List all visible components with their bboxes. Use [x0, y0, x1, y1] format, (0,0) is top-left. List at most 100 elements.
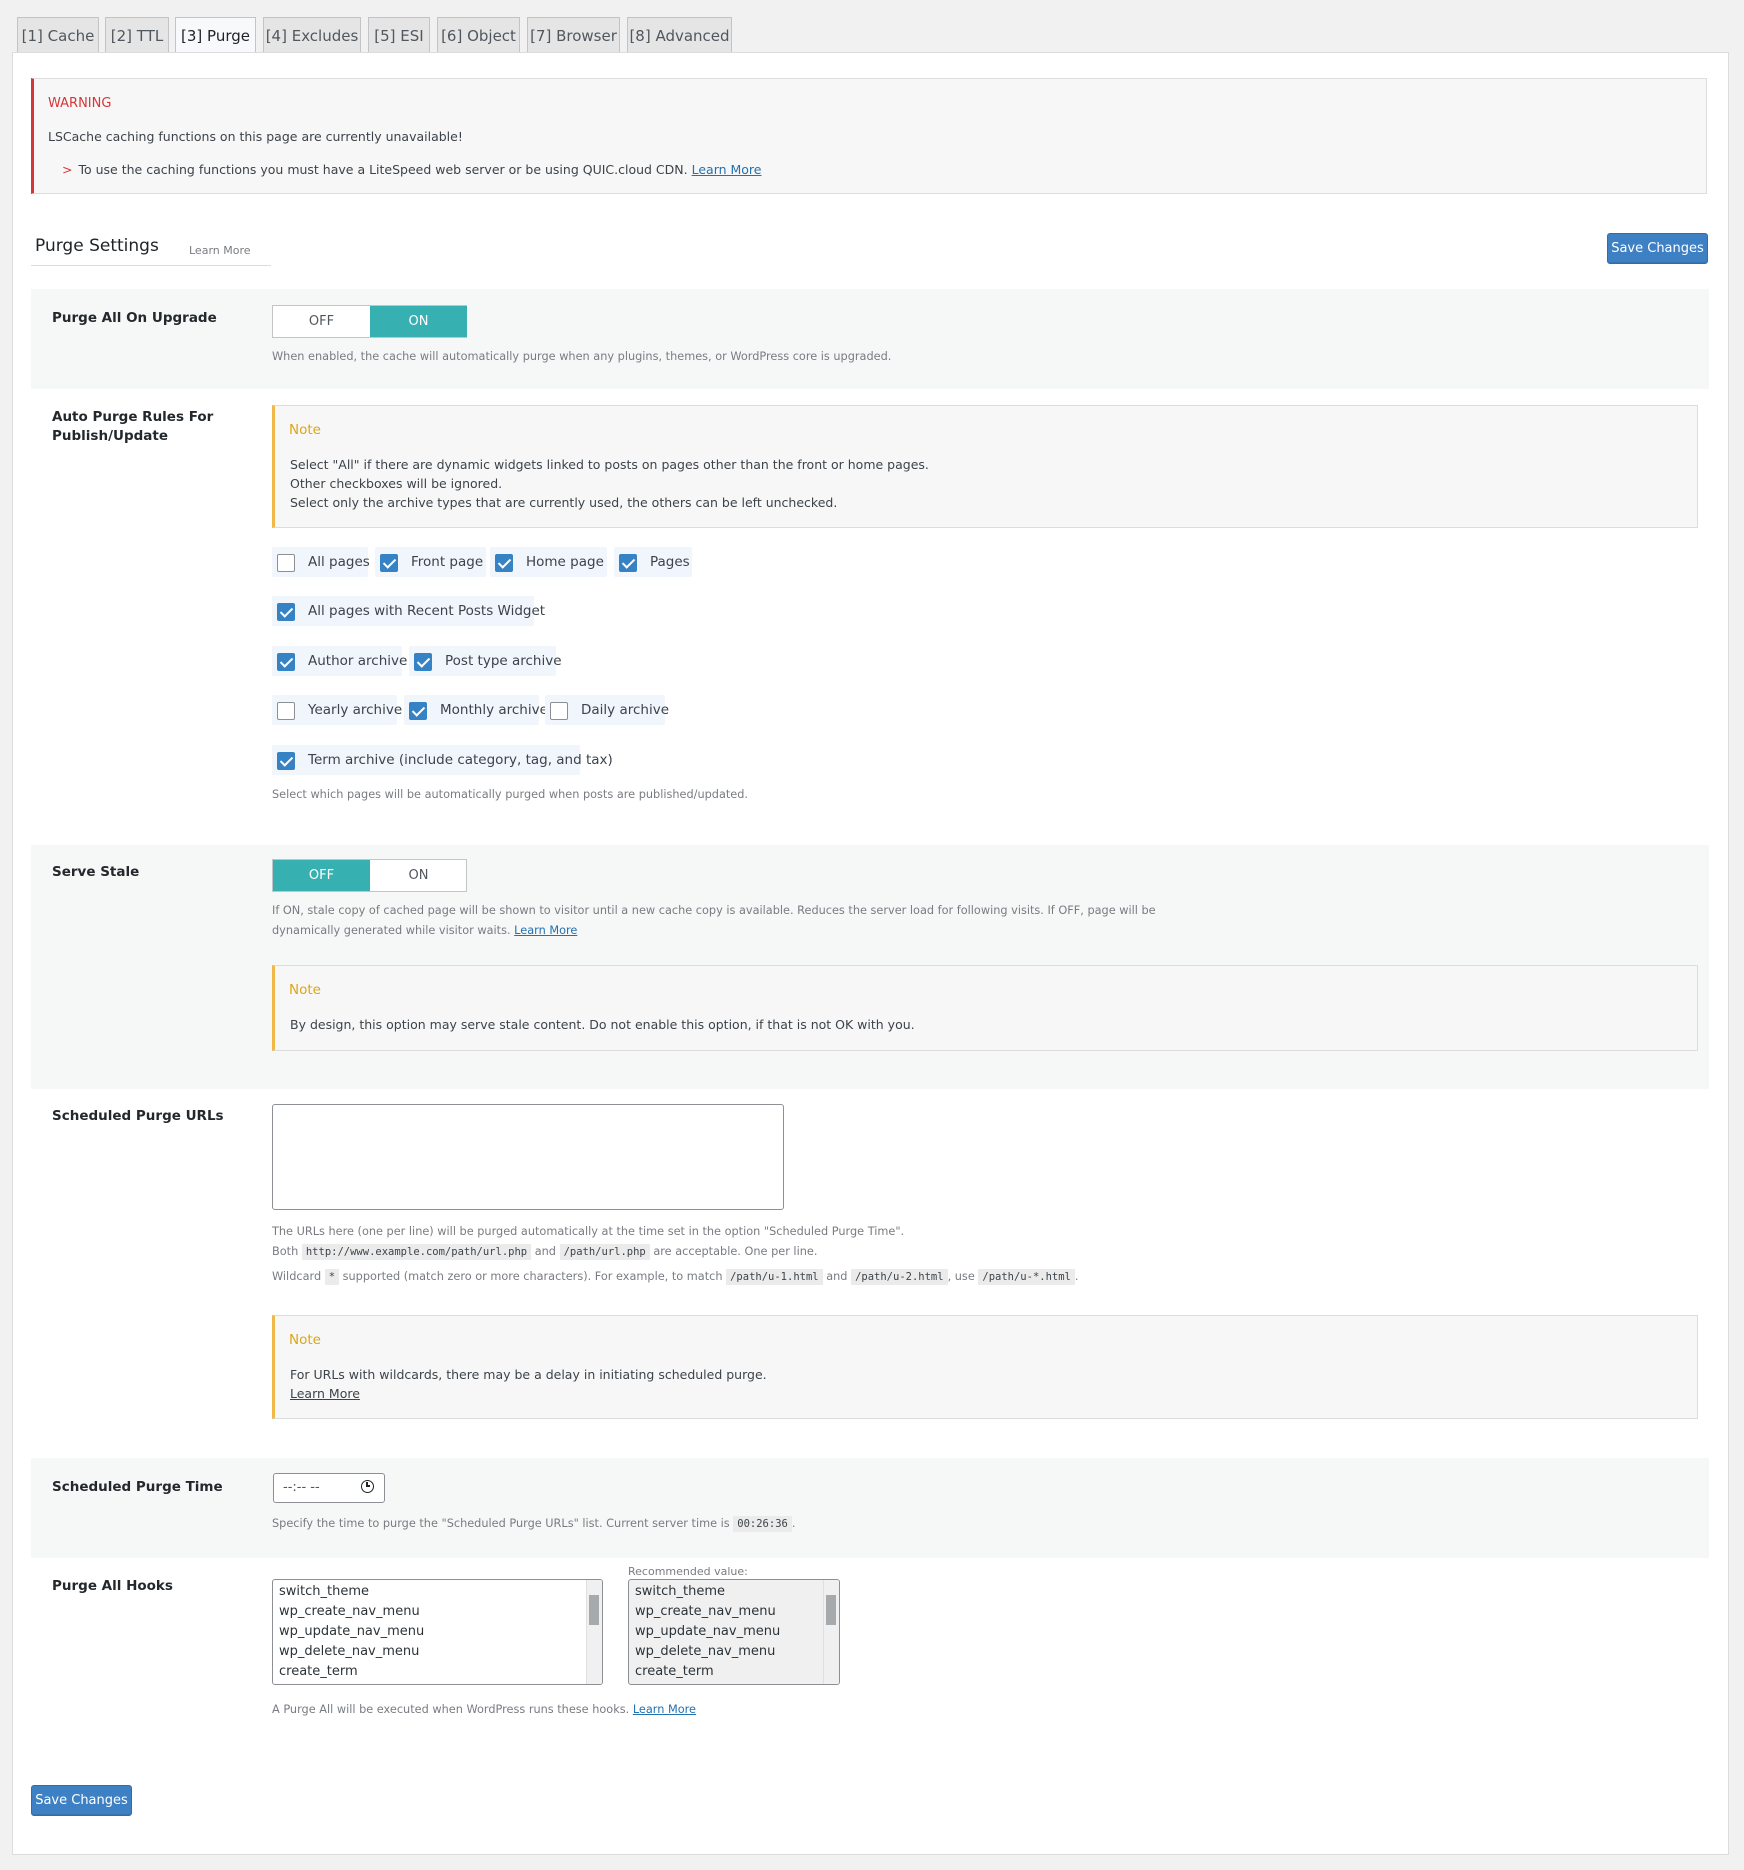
serve-stale-learn-more-link[interactable]: Learn More — [514, 924, 577, 937]
page-title: Purge Settings — [35, 236, 159, 256]
checkbox-daily-archive[interactable]: Daily archive — [545, 695, 669, 725]
scheduled-time-desc: Specify the time to purge the "Scheduled… — [272, 1514, 795, 1534]
list-item: wp_update_nav_menu — [279, 1624, 425, 1639]
row-scheduled-purge-time: Scheduled Purge Time --:-- -- Specify th… — [31, 1458, 1709, 1558]
checkbox-yearly-archive[interactable]: Yearly archive — [272, 695, 402, 725]
list-item: create_term — [635, 1664, 714, 1679]
note-line: Select "All" if there are dynamic widget… — [290, 457, 929, 472]
checkbox-post-type-archive[interactable]: Post type archive — [409, 646, 562, 676]
scheduled-urls-learn-more-link[interactable]: Learn More — [290, 1384, 360, 1403]
desc-text: Both — [272, 1245, 299, 1258]
auto-purge-label: Auto Purge Rules For Publish/Update — [52, 409, 214, 444]
serve-stale-label: Serve Stale — [52, 864, 140, 880]
list-item: wp_update_nav_menu — [635, 1624, 781, 1639]
purge-upgrade-on[interactable]: ON — [370, 306, 467, 337]
auto-purge-note: Note Select "All" if there are dynamic w… — [272, 405, 1698, 528]
purge-upgrade-off[interactable]: OFF — [273, 306, 370, 337]
list-item: switch_theme — [635, 1584, 725, 1599]
auto-purge-desc: Select which pages will be automatically… — [272, 788, 749, 801]
clock-icon[interactable] — [361, 1480, 374, 1493]
serve-stale-toggle[interactable]: OFF ON — [272, 859, 467, 892]
desc-text: and — [826, 1270, 848, 1283]
checkbox-box[interactable] — [409, 702, 427, 720]
desc-text: Specify the time to purge the "Scheduled… — [272, 1517, 730, 1530]
row-auto-purge-rules: Auto Purge Rules For Publish/Update Note… — [31, 389, 1709, 897]
warning-message: LSCache caching functions on this page a… — [48, 129, 463, 144]
tab-esi[interactable]: [5] ESI — [368, 17, 430, 53]
checkbox-box[interactable] — [619, 554, 637, 572]
code-snippet: /path/u-2.html — [851, 1269, 948, 1285]
purge-hooks-textarea[interactable]: switch_theme wp_create_nav_menu wp_updat… — [272, 1579, 603, 1685]
checkbox-box[interactable] — [277, 653, 295, 671]
purge-hooks-label: Purge All Hooks — [52, 1578, 173, 1594]
scrollbar-thumb[interactable] — [589, 1595, 599, 1625]
serve-stale-desc-2: dynamically generated while visitor wait… — [272, 921, 577, 941]
scheduled-time-input[interactable]: --:-- -- — [273, 1473, 385, 1503]
serve-stale-on[interactable]: ON — [370, 860, 467, 891]
scrollbar[interactable] — [823, 1580, 839, 1684]
desc-text: . — [791, 1517, 796, 1530]
chevron-right-icon: > — [62, 162, 73, 177]
tab-excludes[interactable]: [4] Excludes — [263, 17, 361, 53]
checkbox-term-archive[interactable]: Term archive (include category, tag, and… — [272, 745, 613, 775]
save-changes-button-bottom[interactable]: Save Changes — [31, 1785, 132, 1816]
checkbox-box[interactable] — [550, 702, 568, 720]
checkbox-all-pages[interactable]: All pages — [272, 547, 370, 577]
desc-text: supported (match zero or more characters… — [342, 1270, 723, 1283]
list-item: create_term — [279, 1664, 358, 1679]
purge-hooks-desc: A Purge All will be executed when WordPr… — [272, 1700, 696, 1720]
checkbox-label: Front page — [411, 554, 484, 570]
serve-stale-desc-1: If ON, stale copy of cached page will be… — [272, 904, 1156, 917]
purge-upgrade-label: Purge All On Upgrade — [52, 310, 217, 326]
checkbox-label: Author archive — [308, 653, 408, 669]
checkbox-box[interactable] — [414, 653, 432, 671]
code-snippet: * — [324, 1269, 340, 1285]
scrollbar-thumb[interactable] — [826, 1595, 836, 1625]
row-serve-stale: Serve Stale OFF ON If ON, stale copy of … — [31, 845, 1709, 1089]
tab-ttl[interactable]: [2] TTL — [105, 17, 169, 53]
checkbox-author-archive[interactable]: Author archive — [272, 646, 407, 676]
row-scheduled-purge-urls: Scheduled Purge URLs The URLs here (one … — [31, 1089, 1709, 1503]
scheduled-urls-desc-3: Wildcard * supported (match zero or more… — [272, 1267, 1078, 1287]
checkbox-box[interactable] — [277, 702, 295, 720]
recommended-hooks-textarea[interactable]: switch_theme wp_create_nav_menu wp_updat… — [628, 1579, 840, 1685]
list-item: switch_theme — [279, 1584, 369, 1599]
list-item: wp_delete_nav_menu — [279, 1644, 420, 1659]
checkbox-label: Daily archive — [581, 702, 670, 718]
tab-object[interactable]: [6] Object — [437, 17, 520, 53]
warning-learn-more-link[interactable]: Learn More — [692, 162, 762, 177]
note-line: Select only the archive types that are c… — [290, 495, 838, 510]
checkbox-box[interactable] — [277, 752, 295, 770]
scheduled-urls-desc-2: Both http://www.example.com/path/url.php… — [272, 1242, 817, 1262]
purge-hooks-learn-more-link[interactable]: Learn More — [633, 1703, 696, 1716]
warning-title: WARNING — [48, 96, 112, 111]
checkbox-monthly-archive[interactable]: Monthly archive — [404, 695, 548, 725]
scheduled-time-label: Scheduled Purge Time — [52, 1479, 223, 1495]
checkbox-pages[interactable]: Pages — [614, 547, 692, 577]
save-changes-button-top[interactable]: Save Changes — [1607, 233, 1708, 264]
desc-text: and — [534, 1245, 556, 1258]
checkbox-label: Monthly archive — [440, 702, 548, 718]
checkbox-box[interactable] — [380, 554, 398, 572]
row-purge-all-on-upgrade: Purge All On Upgrade OFF ON When enabled… — [31, 289, 1709, 389]
code-snippet: /path/u-1.html — [726, 1269, 823, 1285]
checkbox-box[interactable] — [495, 554, 513, 572]
row-purge-all-hooks: Purge All Hooks switch_theme wp_create_n… — [31, 1558, 1709, 1738]
checkbox-front-page[interactable]: Front page — [375, 547, 486, 577]
tab-browser[interactable]: [7] Browser — [527, 17, 620, 53]
purge-upgrade-toggle[interactable]: OFF ON — [272, 305, 467, 338]
scrollbar[interactable] — [586, 1580, 602, 1684]
tab-advanced[interactable]: [8] Advanced — [627, 17, 732, 53]
checkbox-recent-posts-widget[interactable]: All pages with Recent Posts Widget — [272, 596, 545, 626]
section-learn-more-link[interactable]: Learn More — [189, 244, 251, 257]
serve-stale-desc-2-text: dynamically generated while visitor wait… — [272, 924, 511, 937]
checkbox-home-page[interactable]: Home page — [490, 547, 607, 577]
tab-cache[interactable]: [1] Cache — [17, 17, 99, 53]
checkbox-label: Post type archive — [445, 653, 562, 669]
warning-detail: > To use the caching functions you must h… — [62, 162, 762, 177]
serve-stale-off[interactable]: OFF — [273, 860, 370, 891]
scheduled-urls-textarea[interactable] — [272, 1104, 784, 1210]
checkbox-box[interactable] — [277, 603, 295, 621]
tab-purge[interactable]: [3] Purge — [175, 17, 256, 54]
checkbox-box[interactable] — [277, 554, 295, 572]
